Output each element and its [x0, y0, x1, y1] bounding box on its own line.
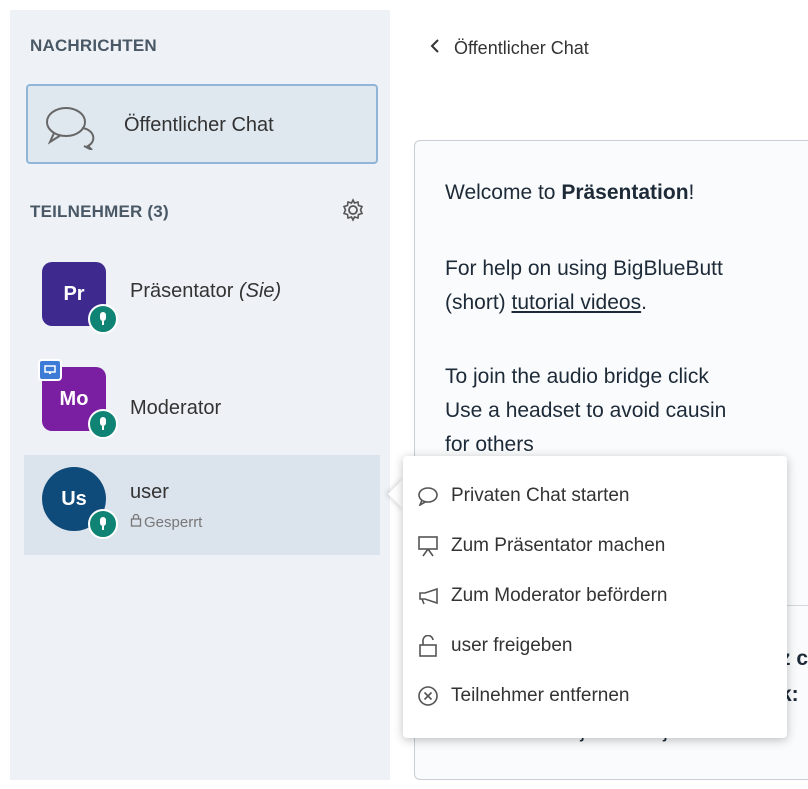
public-chat-label: Öffentlicher Chat: [124, 114, 274, 136]
sidebar: NACHRICHTEN Öffentlicher Chat TEILNEHMER…: [10, 10, 390, 780]
participant-row-moderator[interactable]: Mo Moderator: [24, 355, 380, 455]
chat-title: Öffentlicher Chat: [454, 38, 589, 58]
menu-item-private-chat[interactable]: Privaten Chat starten: [417, 474, 767, 518]
chat-bubble-icon: [417, 485, 439, 507]
room-name: Präsentation: [561, 181, 689, 204]
menu-item-label: Zum Präsentator machen: [451, 535, 666, 556]
microphone-icon: [88, 509, 118, 539]
menu-item-promote-moderator[interactable]: Zum Moderator befördern: [417, 574, 767, 618]
participants-section-title: TEILNEHMER (3): [30, 202, 169, 221]
back-to-chat-button[interactable]: Öffentlicher Chat: [430, 38, 589, 59]
messages-section-title: NACHRICHTEN: [30, 36, 157, 55]
participant-name: user: [130, 481, 169, 503]
menu-item-remove-participant[interactable]: Teilnehmer entfernen: [417, 674, 767, 718]
welcome-line: Welcome to Präsentation!: [445, 181, 694, 205]
tutorial-videos-link[interactable]: tutorial videos: [512, 291, 642, 314]
participant-status: Gesperrt: [130, 513, 202, 531]
welcome-text: Welcome to: [445, 181, 562, 204]
participant-name-text: Präsentator: [130, 280, 234, 302]
participant-row-user[interactable]: Us user Gesperrt: [24, 455, 380, 555]
menu-item-make-presenter[interactable]: Zum Präsentator machen: [417, 524, 767, 568]
unlock-icon: [417, 635, 439, 657]
microphone-icon: [88, 304, 118, 334]
remove-circle-icon: [417, 685, 439, 707]
menu-pointer: [388, 478, 404, 510]
avatar-initials: Mo: [59, 387, 89, 410]
menu-item-label: user freigeben: [451, 635, 573, 656]
help-line: For help on using BigBlueButt: [445, 257, 723, 280]
locked-status-text: Gesperrt: [144, 513, 203, 531]
participant-self-suffix: (Sie): [238, 280, 282, 302]
menu-item-label: Privaten Chat starten: [451, 485, 630, 506]
avatar-initials: Pr: [63, 282, 85, 305]
presentation-icon: [417, 535, 439, 557]
menu-item-label: Teilnehmer entfernen: [451, 685, 630, 706]
lock-icon: [130, 513, 142, 531]
menu-item-label: Zum Moderator befördern: [451, 585, 668, 606]
participant-row-presenter[interactable]: Pr Präsentator (Sie): [24, 250, 380, 350]
chevron-left-icon: [430, 38, 440, 59]
menu-item-unlock-user[interactable]: user freigeben: [417, 624, 767, 668]
headset-line: Use a headset to avoid causin: [445, 399, 727, 422]
participant-name: Moderator: [130, 397, 222, 419]
microphone-icon: [88, 409, 118, 439]
audio-line: To join the audio bridge click: [445, 365, 709, 388]
promote-icon: [417, 585, 439, 607]
tutorial-prefix: (short): [445, 291, 512, 314]
presenter-screen-icon: [38, 359, 62, 381]
public-chat-item[interactable]: Öffentlicher Chat: [26, 84, 378, 164]
gear-icon[interactable]: [341, 198, 365, 227]
welcome-text-suffix: !: [688, 181, 695, 204]
avatar-initials: Us: [61, 487, 87, 510]
participant-name: Präsentator (Sie): [130, 280, 281, 303]
tutorial-line: (short) tutorial videos.: [445, 291, 647, 315]
chat-bubbles-icon: [44, 102, 100, 155]
others-line: for others: [445, 433, 534, 456]
tutorial-suffix: .: [641, 291, 647, 314]
participant-context-menu: Privaten Chat starten Zum Präsentator ma…: [403, 456, 787, 738]
